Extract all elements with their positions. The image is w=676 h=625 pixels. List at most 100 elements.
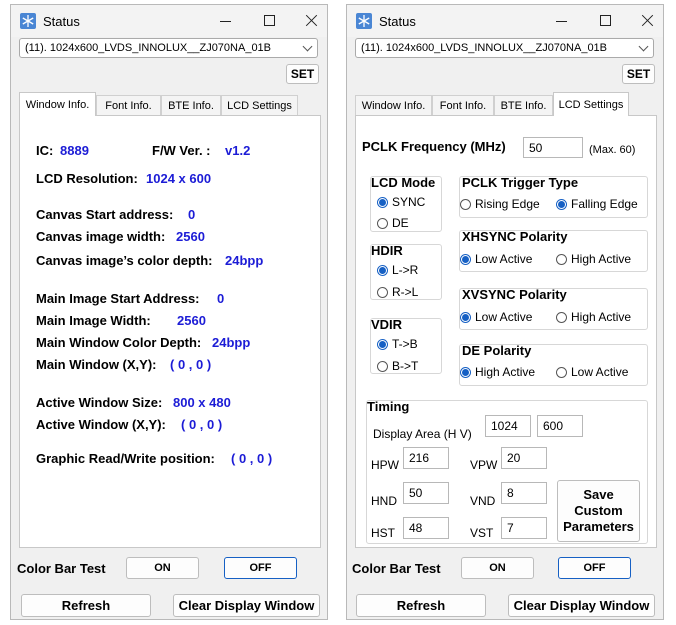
main-width-label: Main Image Width: xyxy=(36,313,151,328)
canvas-depth-value: 24bpp xyxy=(225,253,264,268)
save-label-line1: Save xyxy=(583,487,614,502)
title-bar[interactable]: Status xyxy=(11,5,327,37)
xhsync-high-active-radio[interactable]: High Active xyxy=(556,252,631,266)
active-size-value: 800 x 480 xyxy=(173,395,231,410)
lcd-mode-sync-radio[interactable]: SYNC xyxy=(377,195,425,209)
main-start-value: 0 xyxy=(217,291,225,306)
save-label-line3: Parameters xyxy=(563,519,634,534)
vdir-b-to-t-radio[interactable]: B->T xyxy=(377,359,418,373)
pclk-trigger-group: PCLK Trigger Type Rising Edge Falling Ed… xyxy=(459,175,648,218)
title-bar[interactable]: Status xyxy=(347,5,663,37)
color-bar-test-label: Color Bar Test xyxy=(17,561,106,576)
window-info-panel: IC: 8889 F/W Ver. : v1.2 LCD Resolution:… xyxy=(19,115,321,548)
hpw-label: HPW xyxy=(371,458,399,472)
hpw-input[interactable]: 216 xyxy=(403,447,449,469)
active-xy-label: Active Window (X,Y): xyxy=(36,417,166,432)
clear-display-window-button[interactable]: Clear Display Window xyxy=(508,594,655,617)
main-width-value: 2560 xyxy=(177,313,206,328)
close-icon[interactable] xyxy=(301,11,323,31)
refresh-button[interactable]: Refresh xyxy=(356,594,486,617)
pclk-max-label: (Max. 60) xyxy=(589,144,636,156)
set-button[interactable]: SET xyxy=(622,64,655,84)
canvas-start-value: 0 xyxy=(188,207,196,222)
display-area-label: Display Area (H V) xyxy=(373,427,472,441)
canvas-start-label: Canvas Start address: xyxy=(36,207,174,222)
vdir-t-to-b-radio[interactable]: T->B xyxy=(377,337,418,351)
main-xy-label: Main Window (X,Y): xyxy=(36,357,157,372)
color-bar-test-label: Color Bar Test xyxy=(352,561,441,576)
tab-font-info[interactable]: Font Info. xyxy=(96,95,161,115)
vpw-input[interactable]: 20 xyxy=(501,447,547,469)
xhsync-polarity-title: XHSYNC Polarity xyxy=(462,229,568,244)
color-bar-off-button[interactable]: OFF xyxy=(224,557,297,579)
radio-selected-icon xyxy=(556,199,567,210)
status-window-right: Status (11). 1024x600_LVDS_INNOLUX__ZJ07… xyxy=(346,4,664,620)
maximize-icon[interactable] xyxy=(595,11,617,31)
chevron-down-icon xyxy=(638,41,649,52)
refresh-button[interactable]: Refresh xyxy=(21,594,151,617)
radio-unselected-icon xyxy=(556,367,567,378)
radio-selected-icon xyxy=(460,367,471,378)
active-size-label: Active Window Size: xyxy=(36,395,163,410)
tab-window-info[interactable]: Window Info. xyxy=(355,95,432,115)
color-bar-on-button[interactable]: ON xyxy=(461,557,534,579)
graphic-pos-value: ( 0 , 0 ) xyxy=(231,451,273,466)
status-window-left: Status (11). 1024x600_LVDS_INNOLUX__ZJ07… xyxy=(10,4,328,620)
hdir-r-to-l-radio[interactable]: R->L xyxy=(377,285,418,299)
panel-select[interactable]: (11). 1024x600_LVDS_INNOLUX__ZJ070NA_01B xyxy=(355,38,654,58)
vdir-group: VDIR T->B B->T xyxy=(370,317,442,374)
xhsync-polarity-group: XHSYNC Polarity Low Active High Active xyxy=(459,229,648,272)
vst-input[interactable]: 7 xyxy=(501,517,547,539)
lcd-mode-de-radio[interactable]: DE xyxy=(377,216,409,230)
xhsync-low-active-radio[interactable]: Low Active xyxy=(460,252,532,266)
save-label-line2: Custom xyxy=(574,503,623,518)
set-button[interactable]: SET xyxy=(286,64,319,84)
de-low-active-radio[interactable]: Low Active xyxy=(556,365,628,379)
color-bar-off-button[interactable]: OFF xyxy=(558,557,631,579)
hdir-l-to-r-radio[interactable]: L->R xyxy=(377,263,418,277)
xvsync-low-active-radio[interactable]: Low Active xyxy=(460,310,532,324)
radio-selected-icon xyxy=(377,265,388,276)
hdir-group: HDIR L->R R->L xyxy=(370,243,442,300)
hst-label: HST xyxy=(371,526,395,540)
main-start-label: Main Image Start Address: xyxy=(36,291,200,306)
minimize-icon[interactable] xyxy=(551,11,573,31)
pclk-frequency-input[interactable]: 50 xyxy=(523,137,583,158)
tab-bte-info[interactable]: BTE Info. xyxy=(161,95,221,115)
tab-bte-info[interactable]: BTE Info. xyxy=(494,95,553,115)
hnd-input[interactable]: 50 xyxy=(403,482,449,504)
vnd-input[interactable]: 8 xyxy=(501,482,547,504)
xvsync-high-active-radio[interactable]: High Active xyxy=(556,310,631,324)
radio-unselected-icon xyxy=(556,312,567,323)
minimize-icon[interactable] xyxy=(215,11,237,31)
timing-group: Timing Display Area (H V) 1024 600 HPW 2… xyxy=(366,399,648,544)
active-xy-value: ( 0 , 0 ) xyxy=(181,417,223,432)
radio-unselected-icon xyxy=(377,361,388,372)
lcd-settings-panel: PCLK Frequency (MHz) 50 (Max. 60) LCD Mo… xyxy=(355,115,657,548)
de-polarity-group: DE Polarity High Active Low Active xyxy=(459,343,648,386)
close-icon[interactable] xyxy=(637,11,659,31)
main-depth-label: Main Window Color Depth: xyxy=(36,335,202,350)
radio-selected-icon xyxy=(377,339,388,350)
hst-input[interactable]: 48 xyxy=(403,517,449,539)
tab-font-info[interactable]: Font Info. xyxy=(432,95,494,115)
lcd-resolution-label: LCD Resolution: xyxy=(36,171,138,186)
maximize-icon[interactable] xyxy=(259,11,281,31)
de-high-active-radio[interactable]: High Active xyxy=(460,365,535,379)
save-custom-parameters-button[interactable]: Save Custom Parameters xyxy=(557,480,640,542)
tab-lcd-settings[interactable]: LCD Settings xyxy=(221,95,298,115)
lcd-mode-group: LCD Mode SYNC DE xyxy=(370,175,442,232)
tab-lcd-settings[interactable]: LCD Settings xyxy=(553,92,629,116)
radio-selected-icon xyxy=(377,197,388,208)
clear-display-window-button[interactable]: Clear Display Window xyxy=(173,594,320,617)
falling-edge-radio[interactable]: Falling Edge xyxy=(556,197,638,211)
display-area-v-input[interactable]: 600 xyxy=(537,415,583,437)
tab-window-info[interactable]: Window Info. xyxy=(19,92,96,116)
display-area-h-input[interactable]: 1024 xyxy=(485,415,531,437)
panel-select[interactable]: (11). 1024x600_LVDS_INNOLUX__ZJ070NA_01B xyxy=(19,38,318,58)
color-bar-on-button[interactable]: ON xyxy=(126,557,199,579)
fw-label: F/W Ver. : xyxy=(152,143,211,158)
hdir-title: HDIR xyxy=(371,243,403,258)
panel-select-value: (11). 1024x600_LVDS_INNOLUX__ZJ070NA_01B xyxy=(361,42,608,54)
rising-edge-radio[interactable]: Rising Edge xyxy=(460,197,540,211)
